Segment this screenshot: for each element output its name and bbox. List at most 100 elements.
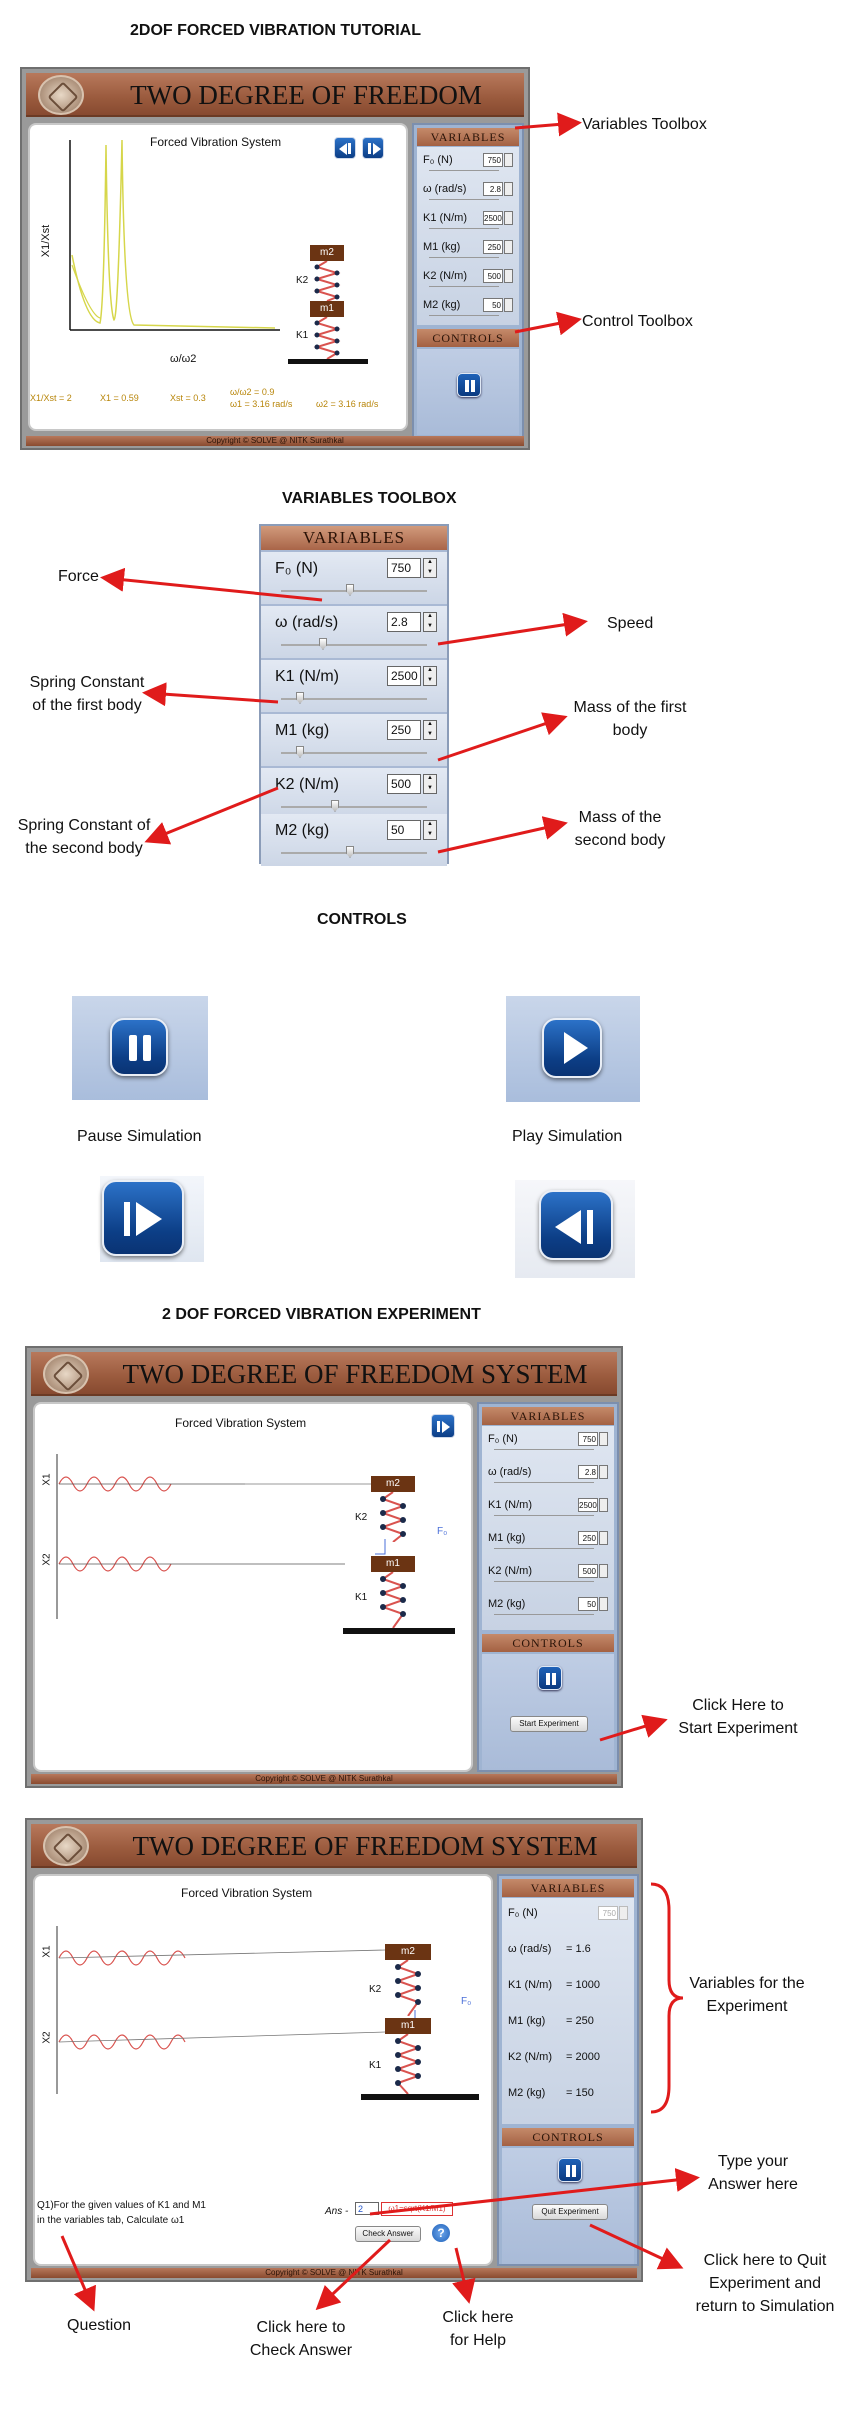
controls-panel: Start Experiment: [482, 1654, 614, 1770]
frequency-response-plot: [69, 139, 280, 331]
var-k2[interactable]: K2 (N/m) 500: [488, 1562, 610, 1584]
spinner[interactable]: [599, 1564, 608, 1578]
check-answer-button[interactable]: Check Answer: [355, 2226, 421, 2242]
spring-k2: [394, 1960, 422, 2016]
var-omega[interactable]: ω (rad/s) 2.8: [423, 180, 515, 202]
spinner[interactable]: [599, 1597, 608, 1611]
variables-header: VARIABLES: [417, 128, 519, 146]
spinner[interactable]: [504, 298, 513, 312]
plot-area: Forced Vibration System X1 X2 F₀ m2 K2 m…: [33, 1874, 493, 2266]
app-title: TWO DEGREE OF FREEDOM SYSTEM: [130, 80, 482, 154]
spinner[interactable]: [599, 1432, 608, 1446]
arrow-mass-first: [437, 712, 568, 762]
slider-thumb[interactable]: [331, 800, 339, 812]
spinner[interactable]: [599, 1531, 608, 1545]
stat-xst: Xst = 0.3: [170, 393, 206, 403]
step-forward-button[interactable]: [362, 137, 384, 159]
spinner[interactable]: [423, 774, 437, 794]
controls-panel: Quit Experiment: [502, 2148, 634, 2264]
spring-k1-label: K1: [369, 2060, 382, 2071]
copyright: Copyright © SOLVE @ NITK Surathkal: [31, 1774, 617, 1784]
annot-question: Question: [67, 2317, 132, 2334]
spinner[interactable]: [423, 666, 437, 686]
annot-mass-first: Mass of the first body: [573, 699, 687, 740]
annot-pause-simulation: Pause Simulation: [77, 1128, 202, 1145]
big-var-k1[interactable]: K1 (N/m) 2500: [261, 660, 447, 712]
annot-check-answer: Click here to Check Answer: [249, 2319, 353, 2360]
spinner[interactable]: [599, 1465, 608, 1479]
annot-help: Click here for Help: [442, 2309, 514, 2350]
var-k2[interactable]: K2 (N/m) 500: [423, 267, 515, 289]
spinner[interactable]: [504, 153, 513, 167]
x2-label: X2: [41, 1553, 53, 1566]
exp-var-m1: M1 (kg) = 250: [508, 2015, 594, 2027]
x1-label: X1: [41, 1945, 53, 1958]
big-var-k2[interactable]: K2 (N/m) 500: [261, 768, 447, 820]
arrow-mass-second: [437, 816, 568, 854]
plot-area: Forced Vibration System X1 X2 F₀ m2 K2 m…: [33, 1402, 473, 1772]
big-var-omega[interactable]: ω (rad/s) 2.8: [261, 606, 447, 658]
play-icon[interactable]: [542, 1018, 602, 1078]
spring-k2: [379, 1492, 407, 1542]
start-experiment-button[interactable]: Start Experiment: [510, 1716, 588, 1732]
tutorial-app-window: TWO DEGREE OF FREEDOM SYSTEM Forced Vibr…: [20, 67, 530, 450]
rewind-button[interactable]: [334, 137, 356, 159]
var-m2[interactable]: M2 (kg) 50: [423, 296, 515, 318]
slider-thumb[interactable]: [319, 638, 327, 650]
var-k1[interactable]: K1 (N/m) 2500: [423, 209, 515, 231]
slider-thumb[interactable]: [346, 584, 354, 596]
hint-formula: ω1=sqrt(K1/M1): [381, 2202, 453, 2216]
quit-experiment-button[interactable]: Quit Experiment: [532, 2204, 608, 2220]
spinner[interactable]: [504, 211, 513, 225]
exp-var-k1: K1 (N/m) = 1000: [508, 1979, 600, 1991]
pause-button[interactable]: [538, 1666, 562, 1690]
var-m2[interactable]: M2 (kg) 50: [488, 1595, 610, 1617]
spinner[interactable]: [504, 182, 513, 196]
var-m1[interactable]: M1 (kg) 250: [488, 1529, 610, 1551]
y-axis-label: X1/Xst: [40, 224, 53, 258]
controls-header: CONTROLS: [482, 1634, 614, 1652]
spinner[interactable]: [423, 820, 437, 840]
spinner[interactable]: [504, 269, 513, 283]
big-var-f0[interactable]: F₀ (N) 750: [261, 552, 447, 604]
spinner[interactable]: [423, 720, 437, 740]
var-m1[interactable]: M1 (kg) 250: [423, 238, 515, 260]
slider-thumb[interactable]: [346, 846, 354, 858]
variables-panel: F₀ (N) 750 ω (rad/s) 2.8 K1 (N/m) 2500 M1 (…: [482, 1426, 614, 1630]
app-banner: TWO DEGREE OF FREEDOM SYSTEM: [31, 1352, 617, 1396]
big-var-m2[interactable]: M2 (kg) 50: [261, 814, 447, 866]
var-f0[interactable]: F₀ (N) 750: [423, 151, 515, 173]
question-text: Q1)For the given values of K1 and M1 in …: [37, 2200, 206, 2226]
pause-button[interactable]: [558, 2158, 582, 2182]
var-omega[interactable]: ω (rad/s) 2.8: [488, 1463, 610, 1485]
pause-button[interactable]: [457, 373, 481, 397]
exp-var-f0: F₀ (N) 750: [508, 1904, 630, 1926]
help-icon[interactable]: ?: [431, 2223, 451, 2243]
annot-quit-experiment: Click here to Quit Experiment and return…: [695, 2252, 835, 2316]
spring-k1-label: K1: [296, 330, 309, 341]
var-k1[interactable]: K1 (N/m) 2500: [488, 1496, 610, 1518]
institute-seal-icon: [38, 75, 84, 115]
rewind-icon-large[interactable]: [539, 1190, 613, 1260]
app-title: TWO DEGREE OF FREEDOM SYSTEM: [122, 1359, 588, 1389]
spinner[interactable]: [423, 558, 437, 578]
f0-label: F₀: [437, 1526, 448, 1537]
big-var-m1[interactable]: M1 (kg) 250: [261, 714, 447, 766]
spinner[interactable]: [423, 612, 437, 632]
variables-header: VARIABLES: [482, 1407, 614, 1425]
slider-thumb[interactable]: [296, 692, 304, 704]
slider-thumb[interactable]: [296, 746, 304, 758]
x1-label: X1: [41, 1473, 53, 1486]
x2-label: X2: [41, 2031, 53, 2044]
var-f0[interactable]: F₀ (N) 750: [488, 1430, 610, 1452]
copyright: Copyright © SOLVE @ NITK Surathkal: [31, 2268, 637, 2278]
spinner[interactable]: [599, 1498, 608, 1512]
answer-input[interactable]: 2: [355, 2202, 379, 2215]
controls-panel: [417, 349, 519, 435]
pause-icon[interactable]: [110, 1018, 168, 1076]
spinner[interactable]: [504, 240, 513, 254]
f0-label: F₀: [461, 1996, 472, 2007]
step-forward-icon-large[interactable]: [102, 1180, 184, 1256]
variables-header: VARIABLES: [502, 1879, 634, 1897]
stat-x1: X1 = 0.59: [100, 393, 139, 403]
